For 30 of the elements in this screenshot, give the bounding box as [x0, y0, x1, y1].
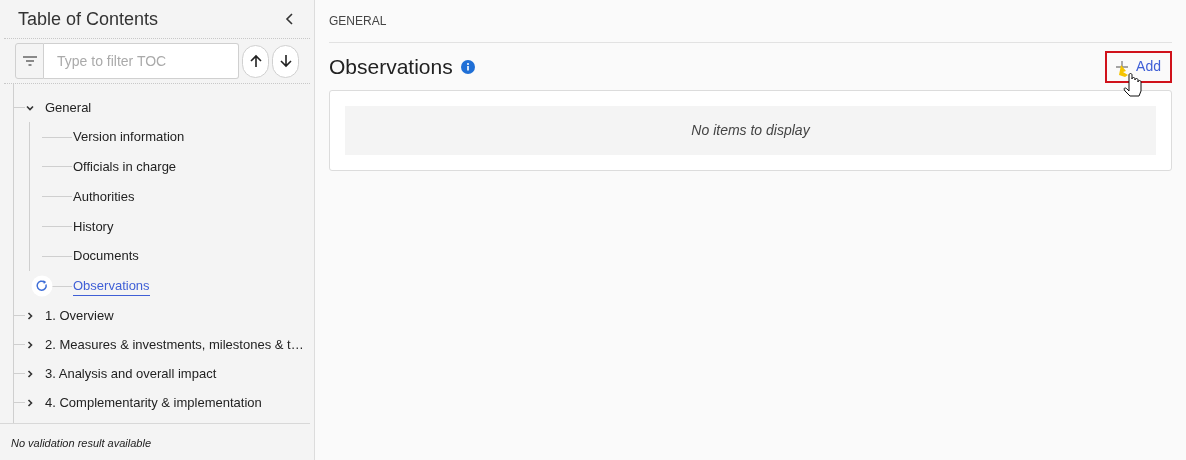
section-title: Observations: [329, 53, 453, 80]
toc-item[interactable]: Observations: [73, 276, 150, 296]
collapse-icon[interactable]: [284, 12, 296, 27]
add-button[interactable]: Add: [1105, 50, 1172, 83]
validation-status: No validation result available: [11, 437, 152, 449]
toc-section[interactable]: 3. Analysis and overall impact: [45, 363, 217, 384]
toc-item[interactable]: Version information: [73, 128, 185, 147]
chevron-right-icon[interactable]: [25, 339, 35, 350]
arrow-up-icon: [248, 54, 263, 69]
chevron-right-icon[interactable]: [25, 310, 35, 321]
toc-item[interactable]: Documents: [73, 247, 139, 266]
sidebar-title: Table of Contents: [18, 7, 159, 31]
arrow-down-icon: [278, 54, 293, 69]
toc-section[interactable]: General: [45, 97, 92, 118]
info-icon[interactable]: [460, 59, 475, 74]
chevron-right-icon[interactable]: [25, 368, 35, 379]
toc-item[interactable]: Authorities: [73, 187, 135, 206]
previous-button[interactable]: [242, 44, 269, 78]
empty-message: No items to display: [691, 121, 810, 140]
toc-section[interactable]: 1. Overview: [45, 305, 114, 326]
toc-section[interactable]: 2. Measures & investments, milestones & t…: [45, 334, 304, 355]
next-button[interactable]: [272, 44, 299, 78]
breadcrumb: GENERAL: [329, 13, 387, 30]
refresh-icon: [31, 275, 53, 298]
chevron-right-icon[interactable]: [25, 397, 35, 408]
toc-item[interactable]: Officials in charge: [73, 157, 177, 176]
filter-icon: [22, 56, 37, 67]
toc-section[interactable]: 4. Complementarity & implementation: [45, 392, 262, 413]
toc-item[interactable]: History: [73, 217, 114, 236]
filter-field[interactable]: Type to filter TOC: [44, 43, 239, 80]
